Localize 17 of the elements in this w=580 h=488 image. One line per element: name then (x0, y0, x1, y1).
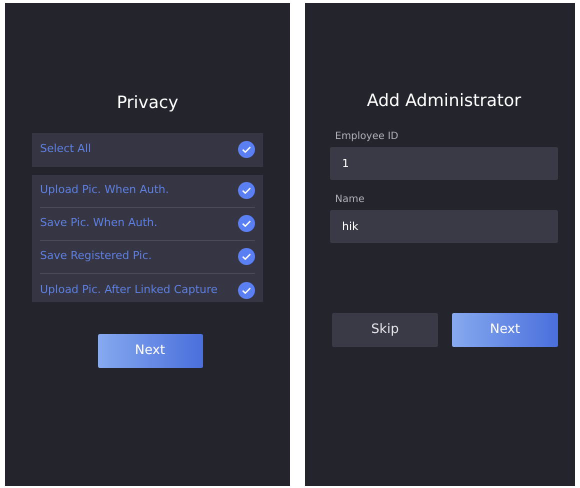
field-label: Name (335, 192, 366, 206)
input-field[interactable]: hik (330, 210, 558, 242)
option-label: Upload Pic. When Auth. (40, 182, 169, 198)
checked-icon[interactable] (238, 282, 255, 298)
skip-button[interactable]: Skip (332, 312, 438, 346)
option-label: Upload Pic. After Linked Capture (40, 282, 218, 298)
input-field[interactable]: 1 (330, 146, 558, 180)
checked-icon[interactable] (238, 141, 255, 158)
option-label: Select All (40, 141, 92, 158)
field-label: Employee ID (335, 130, 400, 144)
screen-title: Add Administrator (366, 90, 522, 113)
option-label: Save Registered Pic. (40, 248, 152, 264)
checked-icon[interactable] (238, 182, 255, 199)
screen-title: Privacy (116, 92, 180, 115)
option-label: Save Pic. When Auth. (40, 215, 158, 232)
checked-icon[interactable] (238, 215, 255, 232)
checked-icon[interactable] (238, 248, 255, 265)
